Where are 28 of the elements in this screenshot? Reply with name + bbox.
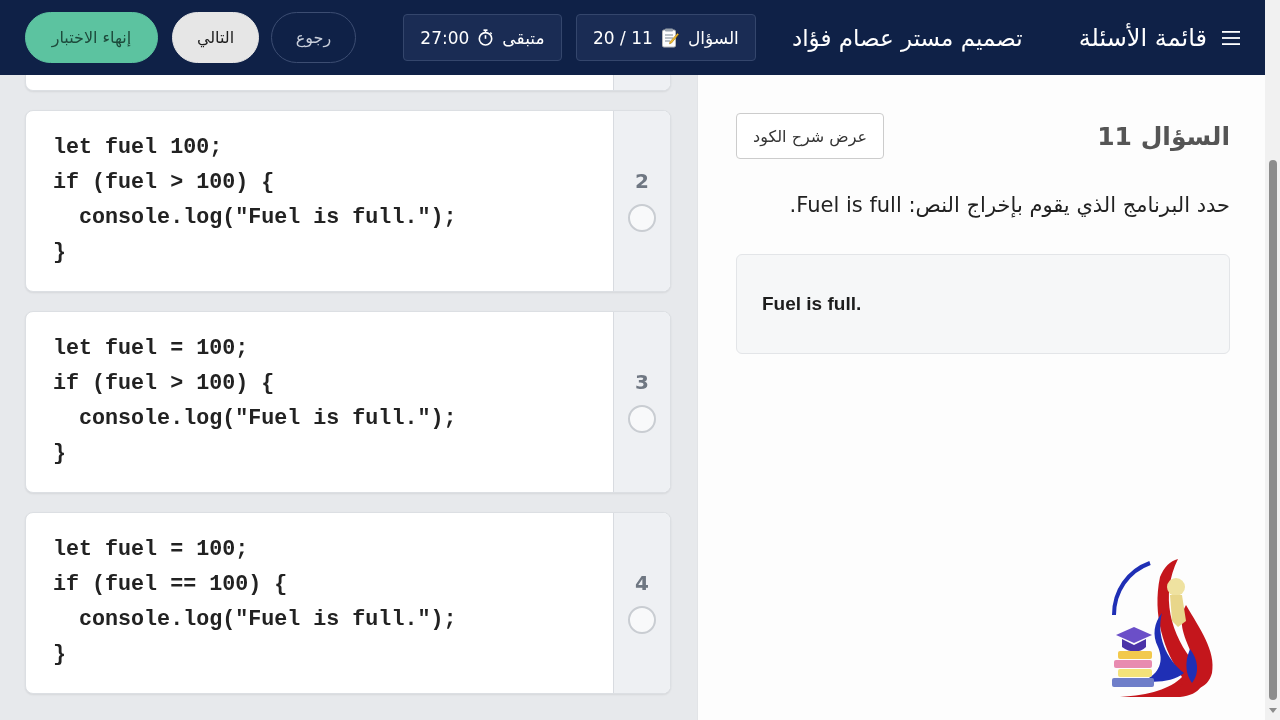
radio-button[interactable]: [628, 606, 656, 634]
option-number: 3: [635, 369, 649, 395]
radio-button[interactable]: [628, 405, 656, 433]
finish-quiz-button[interactable]: إنهاء الاختبار: [25, 12, 158, 63]
option-card[interactable]: let fuel = 100; if (fuel > 100) { console.log("Fuel is full."); } 3: [25, 311, 671, 493]
code-snippet: let fuel = 100; if (fuel == 100) { console.log("Fuel is full."); }: [53, 536, 457, 669]
question-list-button[interactable]: قائمة الأسئلة: [1078, 23, 1240, 52]
timer-label: متبقى: [502, 27, 545, 48]
option-card[interactable]: let fuel = 100; if (fuel == 100) { console.log("Fuel is full."); } 4: [25, 512, 671, 694]
option-card[interactable]: let fuel 100; if (fuel > 100) { console.log("Fuel is full."); } 2: [25, 110, 671, 292]
code-snippet: let fuel = 100; if (fuel > 100) { console.log("Fuel is full."); }: [53, 335, 457, 468]
counter-value: 11 / 20: [593, 27, 653, 48]
stopwatch-icon: [478, 29, 494, 46]
timer-value: 27:00: [420, 27, 470, 48]
code-snippet: let fuel 100; if (fuel > 100) { console.log("Fuel is full."); }: [53, 134, 457, 267]
scrollbar[interactable]: [1265, 0, 1280, 720]
option-number: 2: [635, 168, 649, 194]
option-number: 4: [635, 570, 649, 596]
radio-button[interactable]: [628, 204, 656, 232]
question-heading: السؤال 11: [1097, 121, 1230, 151]
memo-icon: [661, 27, 679, 48]
menu-icon: [1222, 29, 1240, 46]
quiz-title: تصميم مستر عصام فؤاد: [791, 24, 1023, 51]
output-text: Fuel is full.: [762, 293, 862, 315]
counter-label: السؤال: [687, 27, 739, 48]
next-button[interactable]: التالي: [172, 12, 259, 63]
explain-code-button[interactable]: عرض شرح الكود: [736, 113, 884, 159]
question-text: حدد البرنامج الذي يقوم بإخراج النص: Fuel is full.: [788, 192, 1230, 220]
